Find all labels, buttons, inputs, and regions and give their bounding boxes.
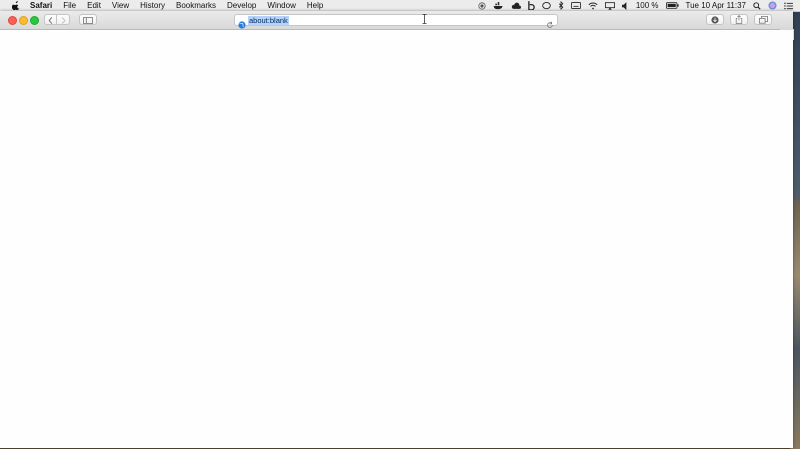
share-button[interactable]: [730, 14, 748, 25]
spotlight-search-icon[interactable]: [753, 1, 761, 10]
bluetooth-icon[interactable]: [558, 1, 564, 10]
chat-bubble-icon[interactable]: [542, 1, 551, 10]
battery-icon[interactable]: [665, 2, 679, 9]
tabs-overview-icon: [758, 11, 768, 29]
chevron-left-icon: [48, 11, 53, 29]
menu-app-name[interactable]: Safari: [30, 0, 52, 11]
minimize-window-button[interactable]: [19, 16, 28, 25]
menu-develop[interactable]: Develop: [227, 0, 256, 11]
tab-overview-button[interactable]: [754, 14, 772, 25]
airplay-icon[interactable]: [604, 1, 615, 10]
download-icon: [711, 11, 719, 29]
status-area: 100 % Tue 10 Apr 11:37: [478, 0, 800, 11]
menu-history[interactable]: History: [140, 0, 165, 11]
apple-logo-icon[interactable]: [11, 1, 20, 10]
menu-bookmarks[interactable]: Bookmarks: [176, 0, 216, 11]
chevron-right-icon: [61, 11, 66, 29]
siri-icon[interactable]: [768, 1, 777, 10]
address-bar[interactable]: about:blank: [234, 14, 558, 29]
menu-window[interactable]: Window: [267, 0, 295, 11]
safari-window: about:blank: [0, 11, 794, 448]
keyboard-icon[interactable]: [570, 2, 581, 9]
volume-icon[interactable]: [621, 1, 629, 10]
b-app-icon[interactable]: [528, 1, 535, 10]
docker-whale-icon[interactable]: [493, 1, 504, 10]
menu-view[interactable]: View: [112, 0, 129, 11]
wifi-icon[interactable]: [588, 2, 598, 10]
url-text[interactable]: about:blank: [248, 16, 289, 25]
close-window-button[interactable]: [8, 16, 17, 25]
browser-toolbar: about:blank: [0, 11, 793, 30]
back-button[interactable]: [44, 14, 57, 25]
reload-icon[interactable]: [546, 16, 554, 28]
text-cursor-icon: [422, 14, 427, 26]
maximize-window-button[interactable]: [30, 16, 39, 25]
share-icon: [735, 11, 743, 29]
sidebar-icon: [83, 11, 93, 29]
downloads-button[interactable]: [706, 14, 724, 25]
menu-help[interactable]: Help: [307, 0, 323, 11]
globe-icon: [238, 16, 246, 29]
sidebar-toggle-button[interactable]: [79, 14, 97, 25]
page-content[interactable]: [0, 30, 793, 448]
notification-center-icon[interactable]: [784, 2, 793, 10]
battery-percentage[interactable]: 100 %: [636, 0, 659, 11]
menu-edit[interactable]: Edit: [87, 0, 101, 11]
recording-icon[interactable]: [478, 1, 486, 10]
menu-file[interactable]: File: [63, 0, 76, 11]
cloud-icon[interactable]: [511, 2, 521, 10]
forward-button[interactable]: [57, 14, 70, 25]
clock[interactable]: Tue 10 Apr 11:37: [686, 0, 747, 11]
